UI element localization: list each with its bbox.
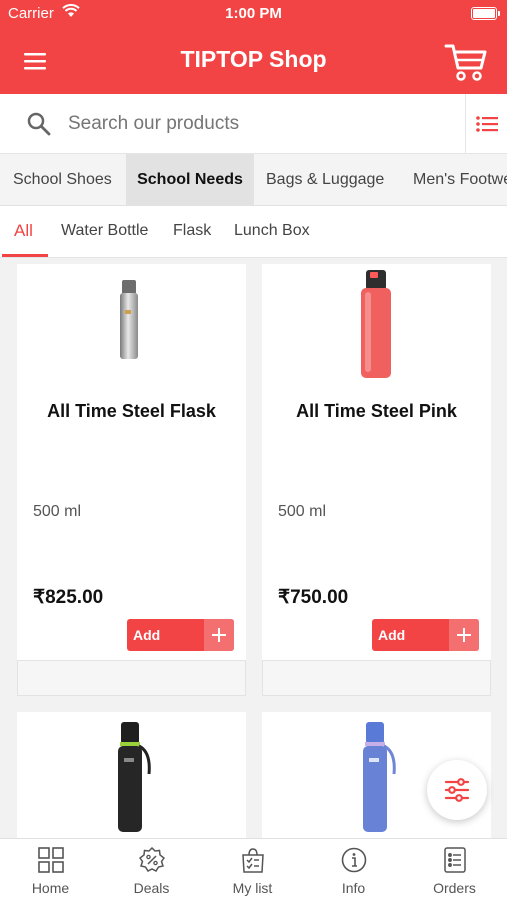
nav-deals-label: Deals (133, 880, 170, 896)
product-card-footer (262, 660, 491, 696)
deals-badge-icon (139, 847, 165, 872)
add-label: Add (133, 627, 161, 643)
search-icon (26, 111, 52, 137)
nav-home[interactable]: Home (0, 839, 101, 900)
list-view-icon[interactable] (474, 112, 500, 136)
tab-mens-footwear[interactable]: Men's Footwe (413, 154, 507, 205)
status-time: 1:00 PM (225, 5, 282, 22)
category-tabs: School Shoes School Needs Bags & Luggage… (0, 154, 507, 206)
product-card[interactable]: All Time Steel Flask 500 ml ₹825.00 Add (17, 264, 246, 660)
search-bar (0, 94, 507, 154)
filter-button[interactable] (427, 760, 487, 820)
steel-flask-image (120, 280, 138, 359)
list-bag-icon (242, 848, 264, 873)
app-header: TIPTOP Shop (0, 28, 507, 94)
blue-bottle-image (363, 722, 396, 832)
battery-icon (471, 7, 500, 20)
info-icon (341, 847, 367, 873)
subtab-flask[interactable]: Flask (173, 206, 211, 258)
plus-icon (204, 619, 234, 651)
black-bottle-image (118, 722, 151, 832)
product-name: All Time Steel Flask (47, 401, 216, 421)
product-name: All Time Steel Pink (296, 401, 457, 421)
orders-icon (444, 847, 466, 873)
add-to-cart-button[interactable]: Add (372, 619, 479, 651)
filter-sliders-icon (444, 778, 470, 802)
subtab-lunch-box[interactable]: Lunch Box (234, 206, 310, 258)
nav-info-label: Info (341, 880, 366, 896)
tab-school-needs[interactable]: School Needs (126, 154, 254, 205)
plus-icon (449, 619, 479, 651)
add-label: Add (378, 627, 406, 643)
app-title: TIPTOP Shop (180, 46, 327, 72)
subtab-water-bottle[interactable]: Water Bottle (61, 206, 148, 258)
nav-my-list[interactable]: My list (202, 839, 303, 900)
tab-bags-luggage[interactable]: Bags & Luggage (266, 154, 384, 205)
pink-bottle-image (361, 270, 391, 378)
product-price: ₹825.00 (33, 587, 104, 608)
product-card-footer (17, 660, 246, 696)
nav-orders[interactable]: Orders (404, 839, 505, 900)
nav-my-list-label: My list (232, 880, 273, 896)
product-card[interactable]: All Time Steel Pink 500 ml ₹750.00 Add (262, 264, 491, 660)
nav-deals[interactable]: Deals (101, 839, 202, 900)
search-divider (465, 94, 466, 154)
nav-home-label: Home (31, 880, 70, 896)
status-bar: Carrier 1:00 PM (0, 0, 507, 28)
product-card[interactable] (17, 712, 246, 838)
tab-school-shoes[interactable]: School Shoes (13, 154, 112, 205)
search-input[interactable] (68, 113, 448, 135)
subtab-all[interactable]: All (14, 206, 33, 258)
nav-info[interactable]: Info (303, 839, 404, 900)
subcategory-tabs: All Water Bottle Flask Lunch Box (0, 206, 507, 258)
shopping-cart-icon[interactable] (443, 40, 489, 84)
product-quantity: 500 ml (278, 503, 327, 520)
add-to-cart-button[interactable]: Add (127, 619, 234, 651)
product-price: ₹750.00 (278, 587, 349, 608)
home-grid-icon (38, 847, 64, 873)
nav-orders-label: Orders (433, 880, 476, 896)
product-quantity: 500 ml (33, 503, 82, 520)
bottom-navigation: Home Deals My list Info Orders (0, 838, 507, 900)
active-subtab-indicator (2, 254, 48, 257)
